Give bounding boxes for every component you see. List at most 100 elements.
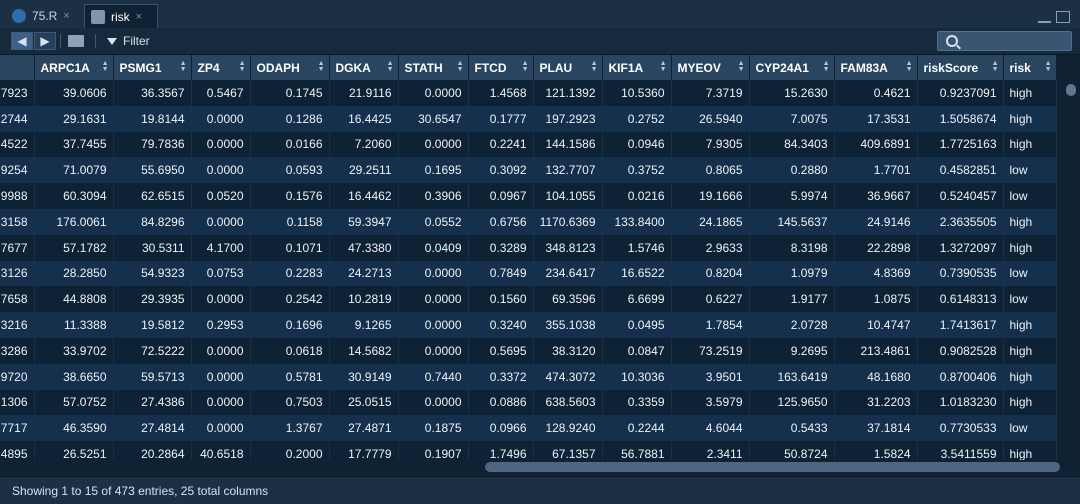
tab-script-file[interactable]: 75.R × — [6, 4, 80, 28]
column-header[interactable]: ODAPH ▲ ▼ — [250, 55, 330, 80]
tab-risk-data[interactable]: risk × — [84, 4, 158, 28]
sort-arrows-icon[interactable]: ▲ ▼ — [738, 60, 745, 73]
column-header[interactable]: ARPC1A ▲ ▼ — [34, 55, 114, 80]
sort-arrows-icon[interactable]: ▲ ▼ — [387, 60, 394, 73]
table-cell: 73.2519 — [671, 337, 750, 364]
table-row[interactable]: 3216 11.3388 19.5812 0.2953 0.1696 9.1265 0.00… — [0, 312, 1057, 338]
table-cell: 0.3092 — [468, 157, 534, 184]
show-in-new-window-icon[interactable] — [68, 35, 84, 47]
column-header-label: PLAU — [539, 60, 573, 75]
table-cell: 84.8296 — [113, 208, 192, 235]
table-row[interactable]: 7677 57.1782 30.5311 4.1700 0.1071 47.3380 0.0… — [0, 234, 1057, 261]
table-row[interactable]: 1306 57.0752 27.4386 0.0000 0.7503 25.0515 0.0… — [0, 389, 1057, 416]
sort-arrows-icon[interactable]: ▲ ▼ — [180, 60, 187, 73]
forward-arrow-icon[interactable]: ▶ — [34, 32, 56, 50]
table-cell: 1.3272097 — [917, 234, 1004, 261]
table-cell: 1.3767 — [250, 415, 330, 442]
table-cell: 46.3590 — [34, 415, 114, 442]
column-header[interactable]: ZP4 ▲ ▼ — [191, 55, 251, 80]
sort-arrows-icon[interactable]: ▲ ▼ — [318, 60, 325, 73]
table-cell: 1.4568 — [468, 80, 534, 106]
back-arrow-icon[interactable]: ◀ — [11, 32, 33, 50]
tab-close-icon[interactable]: × — [136, 11, 142, 23]
table-cell: 26.5940 — [671, 105, 750, 132]
table-cell: 0.3240 — [468, 312, 534, 338]
table-cell: 10.2819 — [329, 286, 399, 313]
vertical-scroll-thumb[interactable] — [1066, 84, 1076, 96]
table-cell: 2744 — [0, 105, 35, 132]
column-header[interactable]: riskScore ▲ ▼ — [917, 55, 1004, 80]
table-cell: 0.2752 — [602, 105, 672, 132]
sort-arrows-icon[interactable]: ▲ ▼ — [457, 60, 464, 73]
minimize-pane-icon[interactable] — [1038, 21, 1051, 23]
table-row[interactable]: 4522 37.7455 79.7836 0.0000 0.0166 7.2060 0.00… — [0, 131, 1057, 158]
table-cell: 0.7503 — [250, 389, 330, 416]
table-cell: 14.5682 — [329, 337, 399, 364]
table-cell: 37.7455 — [34, 131, 114, 158]
table-cell: 0.3906 — [398, 183, 469, 209]
table-cell: 27.4386 — [113, 389, 192, 416]
sort-arrows-icon[interactable]: ▲ ▼ — [660, 60, 667, 73]
tab-close-icon[interactable]: × — [63, 10, 69, 22]
column-header-label: riskScore — [923, 60, 979, 75]
column-header[interactable]: FTCD ▲ ▼ — [468, 55, 534, 80]
column-header[interactable]: PLAU ▲ ▼ — [533, 55, 603, 80]
table-cell: 24.2713 — [329, 260, 399, 287]
column-header-label: MYEOV — [677, 60, 721, 75]
table-cell: 28.2850 — [34, 260, 114, 287]
column-header[interactable]: PSMG1 ▲ ▼ — [113, 55, 192, 80]
horizontal-scrollbar[interactable] — [0, 460, 1064, 474]
table-row[interactable]: 7658 44.8808 29.3935 0.0000 0.2542 10.2819 0.0… — [0, 286, 1057, 313]
table-cell: 8.3198 — [749, 234, 835, 261]
column-header[interactable]: CYP24A1 ▲ ▼ — [749, 55, 835, 80]
table-row[interactable]: 2744 29.1631 19.8144 0.0000 0.1286 16.4425 30.… — [0, 105, 1057, 132]
table-row[interactable]: 3158 176.0061 84.8296 0.0000 0.1158 59.3947 0.… — [0, 208, 1057, 235]
column-header[interactable]: risk ▲ ▼ — [1003, 55, 1057, 80]
sort-arrows-icon[interactable]: ▲ ▼ — [522, 60, 529, 73]
sort-arrows-icon[interactable]: ▲ ▼ — [239, 60, 246, 73]
table-cell: 0.0000 — [398, 286, 469, 313]
table-row[interactable]: 9720 38.6650 59.5713 0.0000 0.5781 30.9149 0.7… — [0, 363, 1057, 390]
filter-button[interactable]: Filter — [107, 33, 150, 49]
table-cell: 22.2898 — [834, 234, 918, 261]
table-cell: 144.1586 — [533, 131, 603, 158]
table-row[interactable]: 3126 28.2850 54.9323 0.0753 0.2283 24.2713 0.0… — [0, 260, 1057, 287]
column-header[interactable]: FAM83A ▲ ▼ — [834, 55, 918, 80]
horizontal-scroll-thumb[interactable] — [485, 462, 1060, 472]
table-cell: 36.3567 — [113, 80, 192, 106]
table-row[interactable]: 4895 26.5251 20.2864 40.6518 0.2000 17.7779 0.… — [0, 441, 1057, 460]
column-header[interactable]: MYEOV ▲ ▼ — [671, 55, 750, 80]
sort-arrows-icon[interactable]: ▲ ▼ — [992, 60, 999, 73]
table-cell: 7.0075 — [749, 105, 835, 132]
column-header-label: FTCD — [474, 60, 507, 75]
sort-arrows-icon[interactable]: ▲ ▼ — [1045, 60, 1052, 73]
sort-arrows-icon[interactable]: ▲ ▼ — [823, 60, 830, 73]
viewer-toolbar: ◀ ▶ Filter — [0, 28, 1080, 55]
table-cell: 0.0000 — [398, 312, 469, 338]
column-header[interactable] — [0, 55, 35, 80]
column-header[interactable]: DGKA ▲ ▼ — [329, 55, 399, 80]
column-header[interactable]: KIF1A ▲ ▼ — [602, 55, 672, 80]
sort-arrows-icon[interactable]: ▲ ▼ — [102, 60, 109, 73]
table-cell: 3158 — [0, 208, 35, 235]
table-cell: 355.1038 — [533, 312, 603, 338]
table-cell: 10.5360 — [602, 80, 672, 106]
table-row[interactable]: 3286 33.9702 72.5222 0.0000 0.0618 14.5682 0.0… — [0, 337, 1057, 364]
sort-arrows-icon[interactable]: ▲ ▼ — [906, 60, 913, 73]
status-bar: Showing 1 to 15 of 473 entries, 25 total… — [0, 476, 1080, 504]
table-cell: 7677 — [0, 234, 35, 261]
table-row[interactable]: 9988 60.3094 62.6515 0.0520 0.1576 16.4462 0.3… — [0, 183, 1057, 209]
table-cell: 1.5058674 — [917, 105, 1004, 132]
table-cell: 21.9116 — [329, 80, 399, 106]
vertical-scrollbar[interactable] — [1064, 80, 1078, 460]
search-icon — [946, 35, 958, 47]
table-row[interactable]: 7717 46.3590 27.4814 0.0000 1.3767 27.4871 0.1… — [0, 415, 1057, 442]
table-row[interactable]: 7923 39.0606 36.3567 0.5467 0.1745 21.9116 0.0… — [0, 80, 1057, 106]
column-header[interactable]: STATH ▲ ▼ — [398, 55, 469, 80]
maximize-pane-icon[interactable] — [1056, 11, 1070, 23]
sort-arrows-icon[interactable]: ▲ ▼ — [591, 60, 598, 73]
table-cell: 0.1875 — [398, 415, 469, 442]
column-header-label: ZP4 — [197, 60, 220, 75]
search-input[interactable] — [937, 31, 1072, 51]
table-row[interactable]: 9254 71.0079 55.6950 0.0000 0.0593 29.2511 0.1… — [0, 157, 1057, 184]
